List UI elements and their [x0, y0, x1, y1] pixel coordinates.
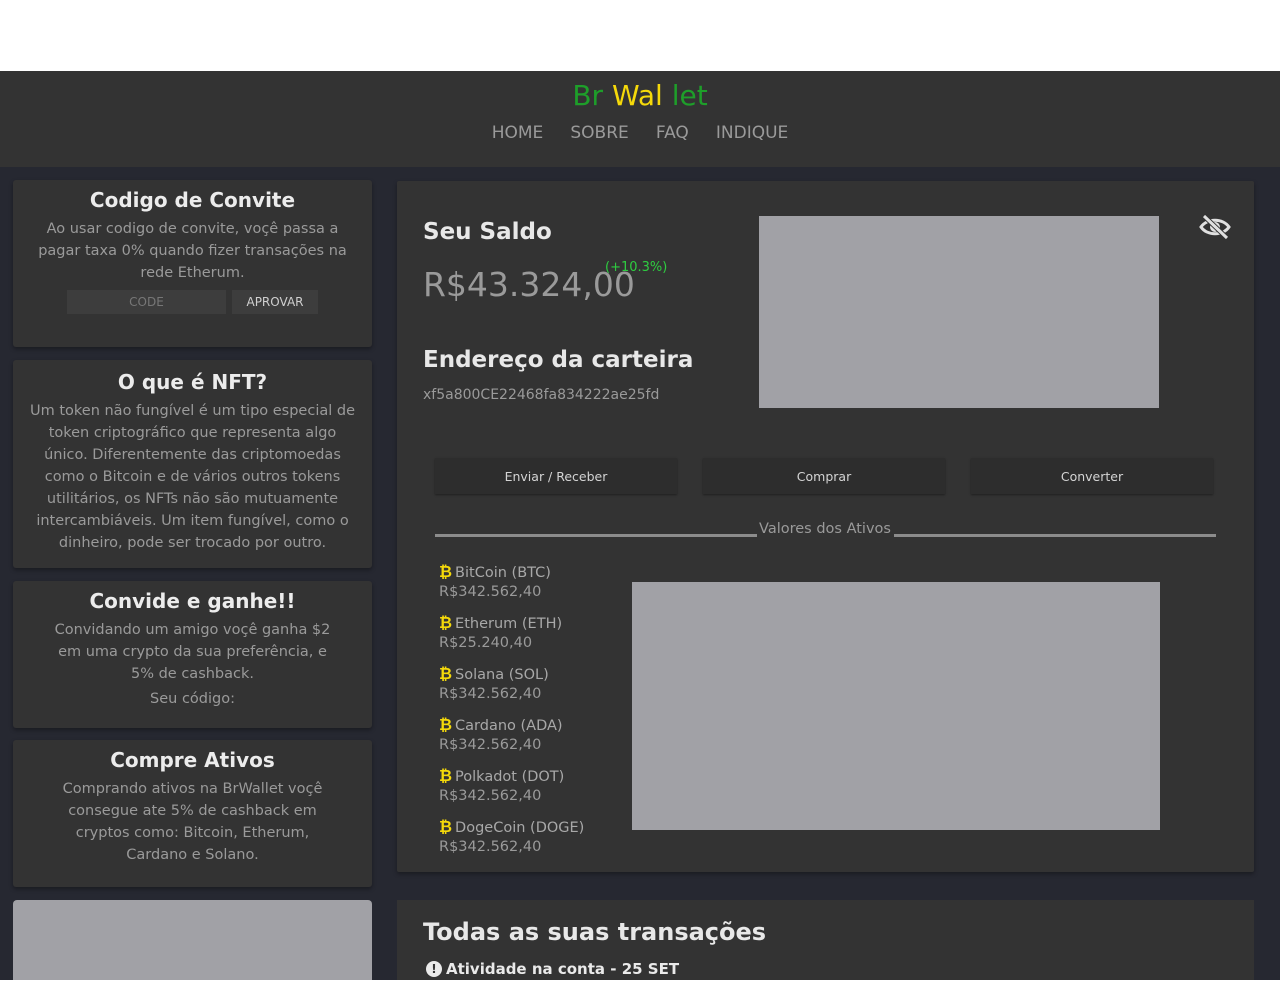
asset-name-text: Polkadot (DOT)	[455, 769, 565, 785]
wallet-address[interactable]: xf5a800CE22468fa834222ae25fd	[423, 387, 659, 403]
asset-list: ₿ BitCoin (BTC) R$342.562,40 ₿ Etherum (ET…	[439, 561, 639, 867]
refer-title: Convide e ganhe!!	[89, 589, 296, 613]
brand-part-wal: Wal	[611, 79, 663, 112]
hide-eye-icon[interactable]	[1199, 214, 1231, 240]
coin-icon: ₿	[439, 664, 453, 683]
alert-icon: !	[426, 961, 442, 977]
asset-name-text: BitCoin (BTC)	[455, 565, 551, 581]
balance-chart-placeholder	[759, 216, 1159, 408]
invite-code-form: APROVAR	[33, 290, 352, 314]
coin-icon: ₿	[439, 613, 453, 632]
asset-item-dot[interactable]: ₿ Polkadot (DOT) R$342.562,40	[439, 765, 639, 816]
buy-assets-title: Compre Ativos	[110, 748, 275, 772]
asset-value: R$342.562,40	[439, 584, 542, 600]
asset-name-text: DogeCoin (DOGE)	[455, 820, 585, 836]
balance-change-badge: (+10.3%)	[605, 260, 668, 275]
approve-button[interactable]: APROVAR	[232, 290, 318, 314]
buy-assets-text: Comprando ativos na BrWallet voçê conseg…	[62, 781, 323, 863]
brand-part-br: Br	[572, 79, 604, 112]
asset-name: ₿ Solana (SOL)	[439, 663, 639, 684]
account-activity-item[interactable]: ! Atividade na conta - 25 SET	[426, 960, 679, 978]
main-nav: HOME SOBRE FAQ INDIQUE	[0, 123, 1280, 143]
assets-section-title: Valores dos Ativos	[759, 521, 891, 537]
nav-link-indique[interactable]: INDIQUE	[716, 123, 788, 143]
asset-item-btc[interactable]: ₿ BitCoin (BTC) R$342.562,40	[439, 561, 639, 612]
sidebar-image-placeholder	[13, 900, 372, 980]
nav-link-sobre[interactable]: SOBRE	[570, 123, 628, 143]
assets-chart-placeholder	[632, 582, 1160, 830]
asset-name-text: Cardano (ADA)	[455, 718, 563, 734]
asset-name: ₿ DogeCoin (DOGE)	[439, 816, 639, 837]
wallet-card: Seu Saldo R$43.324,00 (+10.3%) Endereço …	[397, 181, 1254, 872]
asset-name: ₿ BitCoin (BTC)	[439, 561, 639, 582]
nav-link-home[interactable]: HOME	[492, 123, 544, 143]
asset-name: ₿ Polkadot (DOT)	[439, 765, 639, 786]
asset-value: R$342.562,40	[439, 788, 542, 804]
asset-value: R$342.562,40	[439, 737, 542, 753]
asset-name-text: Solana (SOL)	[455, 667, 549, 683]
nft-info-text: Um token não fungível é um tipo especial…	[29, 403, 356, 551]
transactions-title: Todas as suas transações	[423, 918, 767, 946]
account-activity-text: Atividade na conta - 25 SET	[446, 960, 680, 978]
invite-code-title: Codigo de Convite	[89, 188, 296, 212]
balance-label: Seu Saldo	[423, 219, 552, 245]
asset-value: R$342.562,40	[439, 686, 542, 702]
assets-divider: Valores dos Ativos	[435, 521, 1216, 543]
brand-logo[interactable]: Br Wal let	[0, 79, 1280, 112]
wallet-address-label: Endereço da carteira	[423, 347, 694, 373]
refer-card: Convide e ganhe!! Convidando um amigo vo…	[13, 581, 372, 728]
asset-item-sol[interactable]: ₿ Solana (SOL) R$342.562,40	[439, 663, 639, 714]
convert-button[interactable]: Converter	[971, 458, 1213, 494]
nft-info-card: O que é NFT? Um token não fungível é um …	[13, 360, 372, 568]
transactions-card: Todas as suas transações ! Atividade na …	[397, 900, 1254, 980]
wallet-actions: Enviar / Receber Comprar Converter	[435, 458, 1213, 494]
invite-code-card: Codigo de Convite Ao usar codigo de conv…	[13, 180, 372, 347]
brand-part-let: let	[671, 79, 708, 112]
coin-icon: ₿	[439, 766, 453, 785]
balance-value: R$43.324,00	[423, 265, 635, 304]
asset-value: R$342.562,40	[439, 839, 542, 855]
coin-icon: ₿	[439, 715, 453, 734]
asset-item-doge[interactable]: ₿ DogeCoin (DOGE) R$342.562,40	[439, 816, 639, 867]
asset-name-text: Etherum (ETH)	[455, 616, 563, 632]
page-body: Br Wal let HOME SOBRE FAQ INDIQUE Codigo…	[0, 71, 1280, 980]
asset-name: ₿ Etherum (ETH)	[439, 612, 639, 633]
asset-item-eth[interactable]: ₿ Etherum (ETH) R$25.240,40	[439, 612, 639, 663]
nav-link-faq[interactable]: FAQ	[656, 123, 689, 143]
coin-icon: ₿	[439, 562, 453, 581]
refer-text: Convidando um amigo voçê ganha $2 em uma…	[54, 622, 331, 682]
nft-info-title: O que é NFT?	[117, 370, 268, 394]
send-receive-button[interactable]: Enviar / Receber	[435, 458, 677, 494]
asset-name: ₿ Cardano (ADA)	[439, 714, 639, 735]
invite-code-text: Ao usar codigo de convite, voçê passa a …	[38, 221, 347, 281]
asset-item-ada[interactable]: ₿ Cardano (ADA) R$342.562,40	[439, 714, 639, 765]
buy-button[interactable]: Comprar	[703, 458, 945, 494]
asset-value: R$25.240,40	[439, 635, 533, 651]
coin-icon: ₿	[439, 817, 453, 836]
divider-line-right	[894, 534, 1216, 537]
buy-assets-card: Compre Ativos Comprando ativos na BrWall…	[13, 740, 372, 887]
invite-code-input[interactable]	[67, 290, 226, 314]
top-navbar: Br Wal let HOME SOBRE FAQ INDIQUE	[0, 71, 1280, 167]
divider-line-left	[435, 534, 757, 537]
refer-code-label: Seu código:	[150, 691, 235, 707]
